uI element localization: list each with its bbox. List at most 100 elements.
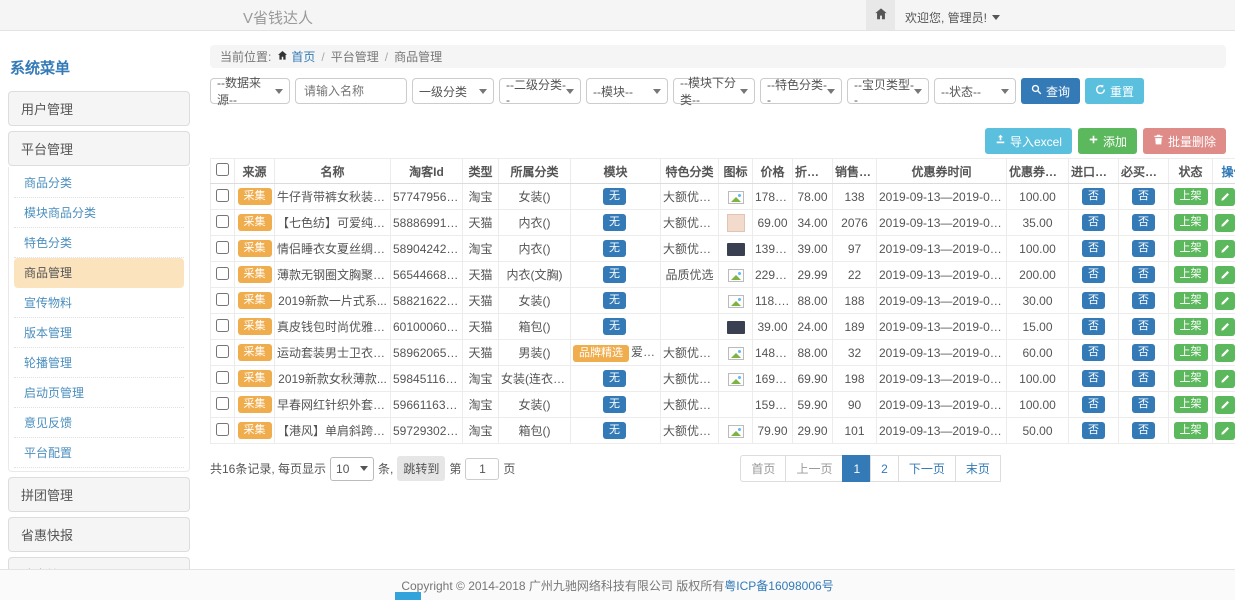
edit-button[interactable] <box>1215 344 1235 362</box>
sidebar-submenu-item[interactable]: 商品管理 <box>14 258 184 288</box>
status-badge[interactable]: 上架 <box>1174 266 1208 283</box>
row-checkbox[interactable] <box>216 293 229 306</box>
edit-button[interactable] <box>1215 370 1235 388</box>
import-select-toggle[interactable]: 否 <box>1082 370 1105 387</box>
filter-select[interactable]: 一级分类 <box>412 78 494 104</box>
filter-select[interactable]: --状态-- <box>934 78 1016 104</box>
per-page-select[interactable]: 10 <box>330 457 374 481</box>
sidebar-submenu-item[interactable]: 模块商品分类 <box>14 198 184 228</box>
import-select-toggle[interactable]: 否 <box>1082 188 1105 205</box>
import-select-toggle[interactable]: 否 <box>1082 240 1105 257</box>
status-badge[interactable]: 上架 <box>1174 396 1208 413</box>
pager-button[interactable]: 上一页 <box>785 455 843 482</box>
edit-button[interactable] <box>1215 396 1235 414</box>
jump-page-input[interactable] <box>465 458 499 480</box>
pager-button[interactable]: 1 <box>842 455 871 482</box>
edit-button[interactable] <box>1215 240 1235 258</box>
import-select-toggle[interactable]: 否 <box>1082 422 1105 439</box>
row-checkbox[interactable] <box>216 189 229 202</box>
reset-button[interactable]: 重置 <box>1085 78 1144 104</box>
row-checkbox[interactable] <box>216 267 229 280</box>
filter-select[interactable]: --模块下分类-- <box>673 78 755 104</box>
select-all-checkbox[interactable] <box>216 163 229 176</box>
status-badge[interactable]: 上架 <box>1174 344 1208 361</box>
row-checkbox[interactable] <box>216 423 229 436</box>
must-buy-toggle[interactable]: 否 <box>1132 344 1155 361</box>
import-select-toggle[interactable]: 否 <box>1082 214 1105 231</box>
edit-button[interactable] <box>1215 292 1235 310</box>
pager-button[interactable]: 末页 <box>955 455 1001 482</box>
filter-select[interactable]: --宝贝类型-- <box>847 78 929 104</box>
filter-select[interactable]: --特色分类-- <box>760 78 842 104</box>
status-badge[interactable]: 上架 <box>1174 422 1208 439</box>
icon-cell <box>719 288 753 314</box>
must-buy-toggle[interactable]: 否 <box>1132 396 1155 413</box>
import-select-toggle[interactable]: 否 <box>1082 344 1105 361</box>
pager-button[interactable]: 下一页 <box>898 455 956 482</box>
must-buy-toggle[interactable]: 否 <box>1132 422 1155 439</box>
edit-button[interactable] <box>1215 318 1235 336</box>
must-buy-toggle[interactable]: 否 <box>1132 214 1155 231</box>
import-select-toggle[interactable]: 否 <box>1082 396 1105 413</box>
batch-delete-button[interactable]: 批量删除 <box>1143 128 1226 154</box>
sidebar-submenu-item[interactable]: 特色分类 <box>14 228 184 258</box>
row-checkbox[interactable] <box>216 371 229 384</box>
status-badge[interactable]: 上架 <box>1174 370 1208 387</box>
edit-button[interactable] <box>1215 214 1235 232</box>
import-excel-button[interactable]: 导入excel <box>985 128 1072 154</box>
data-source-select[interactable]: --数据来源-- <box>210 78 290 104</box>
row-checkbox[interactable] <box>216 345 229 358</box>
edit-button[interactable] <box>1215 266 1235 284</box>
source-badge: 采集 <box>238 240 272 257</box>
import-select-toggle[interactable]: 否 <box>1082 266 1105 283</box>
status-badge[interactable]: 上架 <box>1174 292 1208 309</box>
icp-link[interactable]: 粤ICP备16098006号 <box>724 577 833 594</box>
sidebar-title: 系统菜单 <box>10 57 190 78</box>
must-buy-toggle[interactable]: 否 <box>1132 318 1155 335</box>
breadcrumb-home-link[interactable]: 首页 <box>277 48 315 65</box>
status-badge[interactable]: 上架 <box>1174 240 1208 257</box>
sidebar-submenu-item[interactable]: 版本管理 <box>14 318 184 348</box>
import-select-toggle[interactable]: 否 <box>1082 292 1105 309</box>
user-menu[interactable]: 欢迎您, 管理员! <box>905 9 1000 26</box>
row-checkbox[interactable] <box>216 319 229 332</box>
main-content: 当前位置: 首页 / 平台管理 / 商品管理 --数据来源-- 一级分类 --二… <box>210 32 1226 482</box>
must-buy-toggle[interactable]: 否 <box>1132 240 1155 257</box>
sidebar-submenu-item[interactable]: 平台配置 <box>14 438 184 468</box>
add-button[interactable]: 添加 <box>1078 128 1137 154</box>
sidebar-submenu-item[interactable]: 宣传物料 <box>14 288 184 318</box>
filter-select[interactable]: --二级分类-- <box>499 78 581 104</box>
table-row: 采集 真皮钱包时尚优雅女士... 601000601341 天猫 箱包() 无 … <box>211 314 1235 340</box>
pager-button[interactable]: 2 <box>870 455 899 482</box>
sidebar-submenu-item[interactable]: 商品分类 <box>14 168 184 198</box>
search-button[interactable]: 查询 <box>1021 78 1080 104</box>
sidebar-submenu-item[interactable]: 启动页管理 <box>14 378 184 408</box>
must-buy-toggle[interactable]: 否 <box>1132 370 1155 387</box>
table-header: 来源名称淘客Id类型所属分类模块特色分类图标价格折后价销售数量优惠券时间优惠券金… <box>211 159 1235 184</box>
sidebar-section-user-management[interactable]: 用户管理 <box>8 91 190 126</box>
sidebar-section[interactable]: 省惠快报 <box>8 517 190 552</box>
sidebar-section-platform-management[interactable]: 平台管理 <box>8 131 190 166</box>
status-badge[interactable]: 上架 <box>1174 318 1208 335</box>
product-thumb-icon <box>728 347 744 360</box>
sidebar-submenu-item[interactable]: 轮播管理 <box>14 348 184 378</box>
edit-button[interactable] <box>1215 188 1235 206</box>
sidebar-submenu-item[interactable]: 意见反馈 <box>14 408 184 438</box>
must-buy-toggle[interactable]: 否 <box>1132 266 1155 283</box>
sidebar-section[interactable]: 拼团管理 <box>8 477 190 512</box>
jump-prefix: 第 <box>449 460 461 477</box>
status-badge[interactable]: 上架 <box>1174 214 1208 231</box>
filter-select[interactable]: --模块-- <box>586 78 668 104</box>
import-select-toggle[interactable]: 否 <box>1082 318 1105 335</box>
status-badge[interactable]: 上架 <box>1174 188 1208 205</box>
row-checkbox[interactable] <box>216 241 229 254</box>
home-button[interactable] <box>866 0 895 30</box>
pager-button[interactable]: 首页 <box>740 455 786 482</box>
must-buy-toggle[interactable]: 否 <box>1132 292 1155 309</box>
must-buy-toggle[interactable]: 否 <box>1132 188 1155 205</box>
edit-button[interactable] <box>1215 422 1235 440</box>
name-search-input[interactable] <box>295 78 407 104</box>
jump-button[interactable]: 跳转到 <box>397 456 445 481</box>
row-checkbox[interactable] <box>216 215 229 228</box>
row-checkbox[interactable] <box>216 397 229 410</box>
